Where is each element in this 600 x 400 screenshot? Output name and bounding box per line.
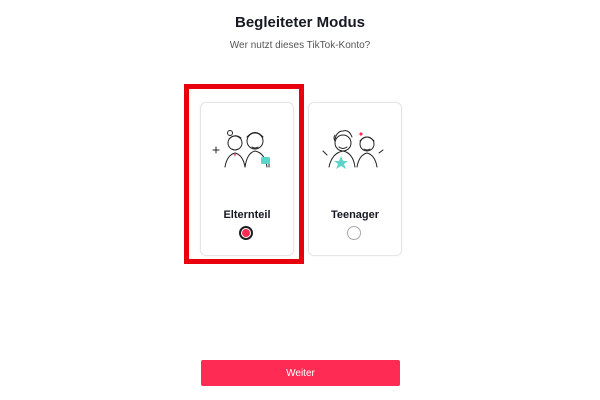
parent-child-illustration-icon (212, 130, 270, 168)
option-card-teen[interactable]: Teenager (308, 102, 402, 256)
option-label-teen: Teenager (330, 209, 380, 221)
option-card-parent[interactable]: Elternteil (200, 102, 294, 256)
teenagers-illustration-icon (322, 130, 384, 169)
option-radio-teen[interactable] (347, 226, 361, 240)
radio-selected-dot (242, 229, 250, 237)
family-pairing-mode-page: Begleiteter Modus Wer nutzt dieses TikTo… (0, 0, 600, 400)
option-label-parent: Elternteil (223, 209, 271, 221)
next-button[interactable]: Weiter (201, 360, 400, 386)
page-subtitle: Wer nutzt dieses TikTok-Konto? (229, 40, 371, 51)
page-title: Begleiteter Modus (234, 14, 366, 31)
option-radio-parent[interactable] (239, 226, 253, 240)
